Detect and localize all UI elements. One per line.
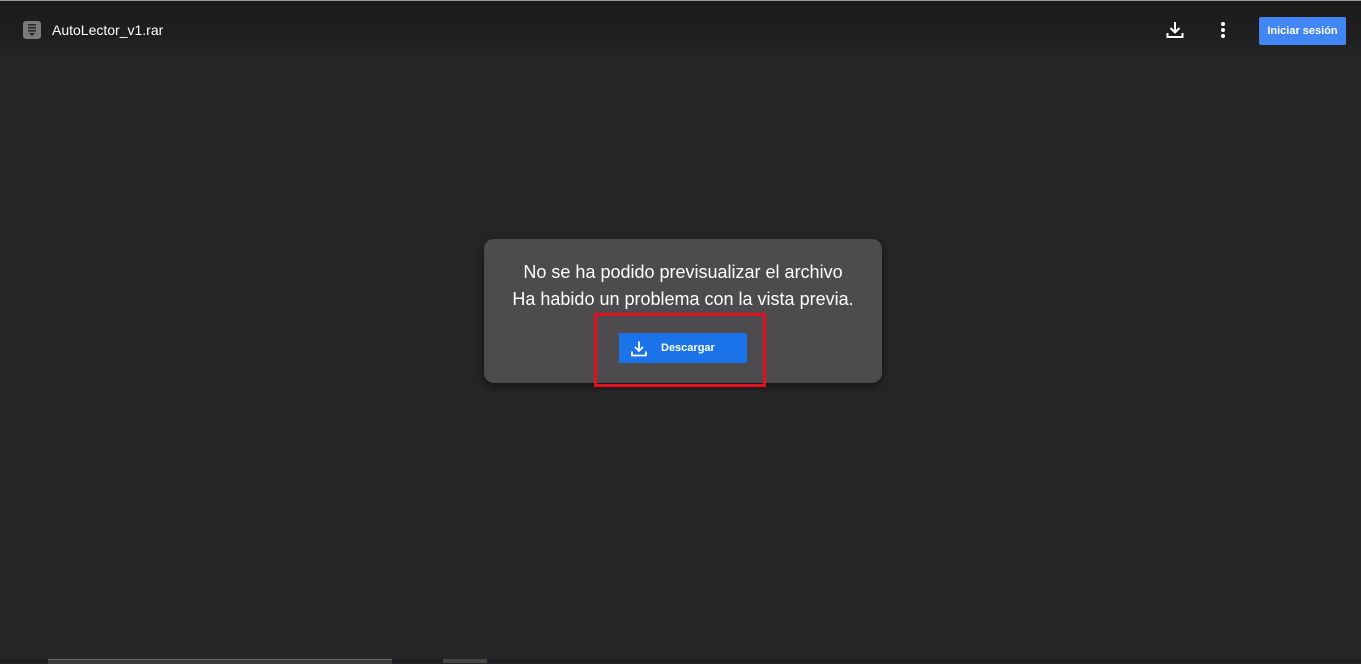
header-bar: AutoLector_v1.rar Iniciar sesión [0, 1, 1361, 59]
sign-in-button[interactable]: Iniciar sesión [1259, 17, 1346, 45]
archive-file-icon [23, 21, 41, 39]
error-subtitle: Ha habido un problema con la vista previ… [512, 289, 854, 309]
download-icon[interactable] [1165, 20, 1185, 40]
file-name: AutoLector_v1.rar [52, 22, 164, 38]
highlight-box [594, 313, 766, 387]
taskbar-segment [443, 659, 487, 663]
taskbar-segment [48, 659, 392, 664]
more-vert-icon[interactable] [1213, 20, 1233, 40]
bottom-strip [0, 659, 1361, 664]
error-title: No se ha podido previsualizar el archivo [523, 262, 843, 282]
